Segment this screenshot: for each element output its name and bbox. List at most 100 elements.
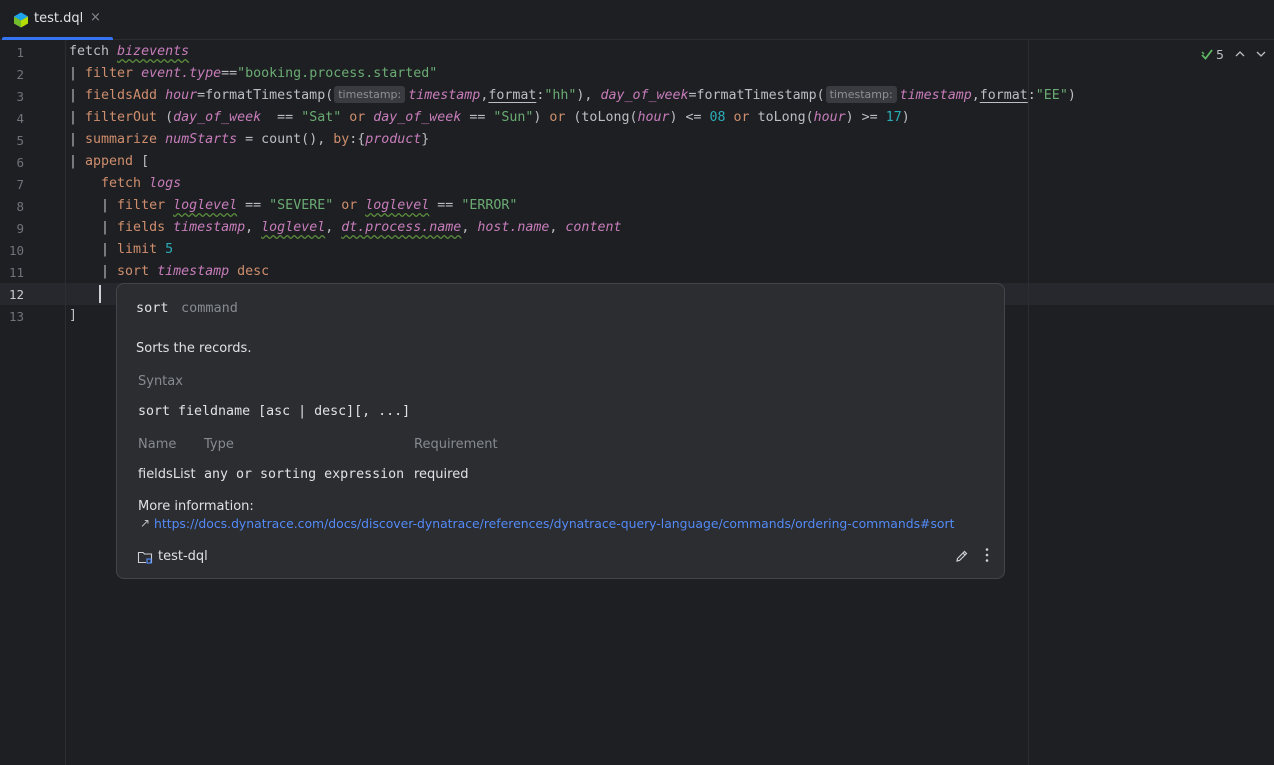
code-token: : — [1027, 88, 1036, 103]
code-line[interactable]: fetch logs — [69, 173, 181, 195]
code-line[interactable]: | limit 5 — [69, 239, 173, 261]
table-cell-requirement: required — [414, 467, 469, 482]
code-line[interactable]: | summarize numStarts = count(), by:{pro… — [69, 129, 429, 151]
code-token: numStarts — [165, 132, 238, 147]
code-token: "EE" — [1035, 88, 1068, 103]
code-token: | — [69, 264, 118, 279]
code-token: bizevents — [117, 44, 190, 59]
code-token: == — [221, 66, 238, 81]
tab-test-dql[interactable]: test.dql × — [0, 0, 113, 40]
code-token: ] — [69, 308, 78, 323]
code-token: == — [461, 110, 494, 125]
inspection-count: 5 — [1216, 47, 1224, 62]
code-line[interactable]: | sort timestamp desc — [69, 261, 269, 283]
line-number: 1 — [16, 45, 24, 60]
code-line[interactable]: ] — [69, 305, 77, 327]
tab-close-icon[interactable]: × — [90, 10, 101, 25]
code-token: host.name — [477, 220, 550, 235]
table-header-requirement: Requirement — [414, 437, 498, 452]
code-line[interactable]: | append [ — [69, 151, 149, 173]
more-options-icon[interactable] — [979, 546, 995, 564]
code-token: == — [237, 198, 270, 213]
code-token: , — [971, 88, 980, 103]
line-number: 7 — [16, 177, 24, 192]
code-token: == — [261, 110, 302, 125]
line-number: 12 — [8, 287, 24, 302]
code-token: filter — [117, 198, 174, 213]
table-cell-type: any or sorting expression — [204, 467, 405, 482]
code-token: 08 — [709, 110, 726, 125]
code-token: ) <= — [669, 110, 710, 125]
line-number: 11 — [8, 265, 24, 280]
code-token: "Sun" — [493, 110, 534, 125]
code-token: sort — [117, 264, 158, 279]
code-token: hour — [637, 110, 670, 125]
code-line[interactable]: | filter event.type=="booking.process.st… — [69, 63, 437, 85]
chevron-down-icon[interactable] — [1255, 48, 1267, 63]
code-token: ) >= — [845, 110, 886, 125]
folder-icon — [137, 551, 153, 564]
code-token: limit — [117, 242, 166, 257]
line-number: 4 — [16, 111, 24, 126]
check-icon — [1200, 47, 1214, 64]
code-token: or — [725, 110, 758, 125]
line-number: 2 — [16, 67, 24, 82]
code-line[interactable]: | fieldsAdd hour=formatTimestamp(timesta… — [69, 85, 1076, 107]
code-token: day_of_week — [173, 110, 262, 125]
code-token: toLong( — [757, 110, 814, 125]
line-number: 9 — [16, 221, 24, 236]
code-token: timestamp — [408, 88, 481, 103]
code-token: fetch — [69, 176, 150, 191]
code-token: dt.process.name — [341, 220, 462, 235]
popup-syntax-heading: Syntax — [138, 374, 183, 389]
line-number: 10 — [8, 243, 24, 258]
code-token: day_of_week — [600, 88, 689, 103]
code-token: } — [421, 132, 430, 147]
popup-command-name: sort — [136, 300, 169, 316]
code-token: content — [565, 220, 622, 235]
code-token: ), — [576, 88, 601, 103]
code-token: append — [85, 154, 142, 169]
code-line[interactable]: fetch bizevents — [69, 41, 189, 63]
line-number-gutter — [0, 40, 66, 765]
code-token: hour — [165, 88, 198, 103]
code-token: product — [365, 132, 422, 147]
code-token: summarize — [85, 132, 166, 147]
popup-command-kind: command — [181, 300, 238, 316]
code-token: "ERROR" — [461, 198, 518, 213]
code-line[interactable]: | filterOut (day_of_week == "Sat" or day… — [69, 107, 910, 129]
code-token: 5 — [165, 242, 174, 257]
code-token: =formatTimestamp( — [197, 88, 334, 103]
code-token: , — [245, 220, 262, 235]
code-token: | — [69, 66, 86, 81]
code-token: =formatTimestamp( — [688, 88, 825, 103]
code-token: loglevel — [173, 198, 238, 213]
edit-pencil-icon[interactable] — [954, 548, 970, 564]
code-token: or — [333, 198, 366, 213]
code-token: "hh" — [544, 88, 577, 103]
code-token: "booking.process.started" — [237, 66, 438, 81]
code-token: logs — [149, 176, 182, 191]
code-token: | — [69, 198, 118, 213]
code-token: "SEVERE" — [269, 198, 334, 213]
code-token: filterOut — [85, 110, 166, 125]
code-token: | — [69, 154, 86, 169]
parameter-hint: timestamp: — [334, 86, 406, 103]
more-information-label: More information: — [138, 499, 254, 514]
code-line[interactable]: | filter loglevel == "SEVERE" or logleve… — [69, 195, 517, 217]
editor-tab-bar: test.dql × — [0, 0, 1274, 40]
code-token: format — [488, 88, 537, 103]
code-token: == — [429, 198, 462, 213]
documentation-popup: sort command Sorts the records. Syntax s… — [116, 283, 1005, 579]
code-token: timestamp — [899, 88, 972, 103]
code-line[interactable]: | fields timestamp, loglevel, dt.process… — [69, 217, 621, 239]
line-number: 6 — [16, 155, 24, 170]
code-token: ( — [165, 110, 174, 125]
line-number: 3 — [16, 89, 24, 104]
code-token: :{ — [349, 132, 366, 147]
code-token: timestamp — [173, 220, 246, 235]
documentation-link[interactable]: https://docs.dynatrace.com/docs/discover… — [154, 516, 954, 531]
chevron-up-icon[interactable] — [1234, 48, 1246, 63]
code-token: fetch — [69, 44, 118, 59]
table-header-name: Name — [138, 437, 177, 452]
